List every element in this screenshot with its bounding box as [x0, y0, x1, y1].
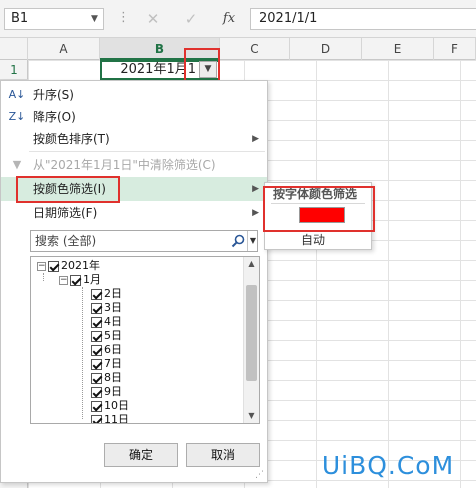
tree-item-day[interactable]: 11日	[91, 413, 129, 423]
select-all-corner[interactable]	[0, 38, 28, 60]
checkbox-checked-icon[interactable]	[91, 414, 102, 423]
menu-item-label: 按颜色排序(T)	[33, 132, 110, 146]
checkbox-checked-icon[interactable]	[91, 400, 102, 412]
menu-sort-by-color[interactable]: 按颜色排序(T) ▶	[1, 127, 267, 151]
checkbox-checked-icon[interactable]	[48, 260, 59, 272]
resize-grip-icon[interactable]: ⋰	[252, 470, 264, 480]
menu-sort-ascending[interactable]: A↓ 升序(S)	[1, 83, 267, 107]
tree-item-day[interactable]: 9日	[91, 385, 122, 399]
menu-item-label: 降序(O)	[33, 110, 76, 124]
checkbox-checked-icon[interactable]	[91, 302, 102, 314]
checkbox-checked-icon[interactable]	[91, 316, 102, 328]
automatic-color-option[interactable]: 自动	[301, 231, 325, 248]
checkbox-checked-icon[interactable]	[91, 330, 102, 342]
tree-item-year[interactable]: −2021年	[37, 259, 100, 273]
tree-item-day[interactable]: 2日	[91, 287, 122, 301]
menu-item-label: 日期筛选(F)	[33, 206, 98, 220]
search-icon[interactable]	[230, 233, 246, 249]
tree-item-day[interactable]: 5日	[91, 329, 122, 343]
formula-bar: B1 ▼ ⋮ ✕ ✓ fx 2021/1/1	[0, 0, 476, 38]
submenu-arrow-icon: ▶	[252, 208, 259, 218]
cancel-button[interactable]: 取消	[186, 443, 260, 467]
column-header-e[interactable]: E	[362, 38, 434, 60]
column-header-f[interactable]: F	[434, 38, 476, 60]
sort-ascending-icon: A↓	[8, 88, 26, 101]
tree-item-month[interactable]: −1月	[59, 273, 101, 287]
column-headers: A B C D E F	[0, 38, 476, 60]
name-box-dropdown-icon[interactable]: ▼	[86, 9, 103, 29]
scroll-thumb[interactable]	[246, 285, 257, 381]
formula-input[interactable]: 2021/1/1	[250, 8, 476, 30]
checkbox-checked-icon[interactable]	[91, 372, 102, 384]
checkbox-checked-icon[interactable]	[91, 288, 102, 300]
submenu-arrow-icon: ▶	[252, 184, 259, 194]
scroll-up-icon[interactable]: ▲	[244, 257, 259, 271]
scroll-down-icon[interactable]: ▼	[244, 409, 259, 423]
highlight-box-filter-by-color	[16, 176, 120, 203]
menu-clear-filter: ▼ 从"2021年1月1日"中清除筛选(C)	[1, 153, 267, 177]
checkbox-checked-icon[interactable]	[91, 344, 102, 356]
collapse-icon[interactable]: −	[59, 275, 68, 285]
tree-item-day[interactable]: 4日	[91, 315, 122, 329]
highlight-box-font-color-filter	[263, 186, 375, 232]
insert-function-icon[interactable]: fx	[214, 9, 244, 29]
sort-descending-icon: Z↓	[8, 110, 26, 123]
menu-separator	[29, 151, 265, 152]
clear-filter-icon: ▼	[12, 158, 22, 171]
row-header-1[interactable]: 1	[0, 60, 28, 80]
formula-bar-grip-icon: ⋮	[117, 10, 130, 25]
cancel-entry-icon[interactable]: ✕	[138, 9, 168, 29]
tree-scrollbar[interactable]: ▲ ▼	[243, 257, 259, 423]
checkbox-checked-icon[interactable]	[91, 358, 102, 370]
menu-item-label: 从"2021年1月1日"中清除筛选(C)	[33, 158, 216, 172]
collapse-icon[interactable]: −	[37, 261, 46, 271]
search-box: ▼	[30, 230, 258, 252]
submenu-arrow-icon: ▶	[252, 134, 259, 144]
checkbox-checked-icon[interactable]	[91, 386, 102, 398]
ok-button[interactable]: 确定	[104, 443, 178, 467]
checkbox-checked-icon[interactable]	[70, 274, 81, 286]
search-dropdown-icon[interactable]: ▼	[247, 231, 258, 251]
search-input[interactable]	[31, 231, 229, 251]
filter-value-tree: −2021年 −1月 2日 3日 4日 5日 6日 7日 8日 9日 10日 1…	[30, 256, 260, 424]
column-header-d[interactable]: D	[290, 38, 362, 60]
tree-item-day[interactable]: 7日	[91, 357, 122, 371]
tree-item-day[interactable]: 8日	[91, 371, 122, 385]
column-header-c[interactable]: C	[220, 38, 290, 60]
confirm-entry-icon[interactable]: ✓	[176, 9, 206, 29]
tree-item-day[interactable]: 6日	[91, 343, 122, 357]
menu-item-label: 升序(S)	[33, 88, 74, 102]
tree-item-day[interactable]: 10日	[91, 399, 129, 413]
menu-date-filters[interactable]: 日期筛选(F) ▶	[1, 201, 267, 225]
menu-sort-descending[interactable]: Z↓ 降序(O)	[1, 105, 267, 129]
watermark-logo: UiBQ.CoM	[321, 451, 455, 480]
tree-item-day[interactable]: 3日	[91, 301, 122, 315]
column-header-a[interactable]: A	[28, 38, 100, 60]
